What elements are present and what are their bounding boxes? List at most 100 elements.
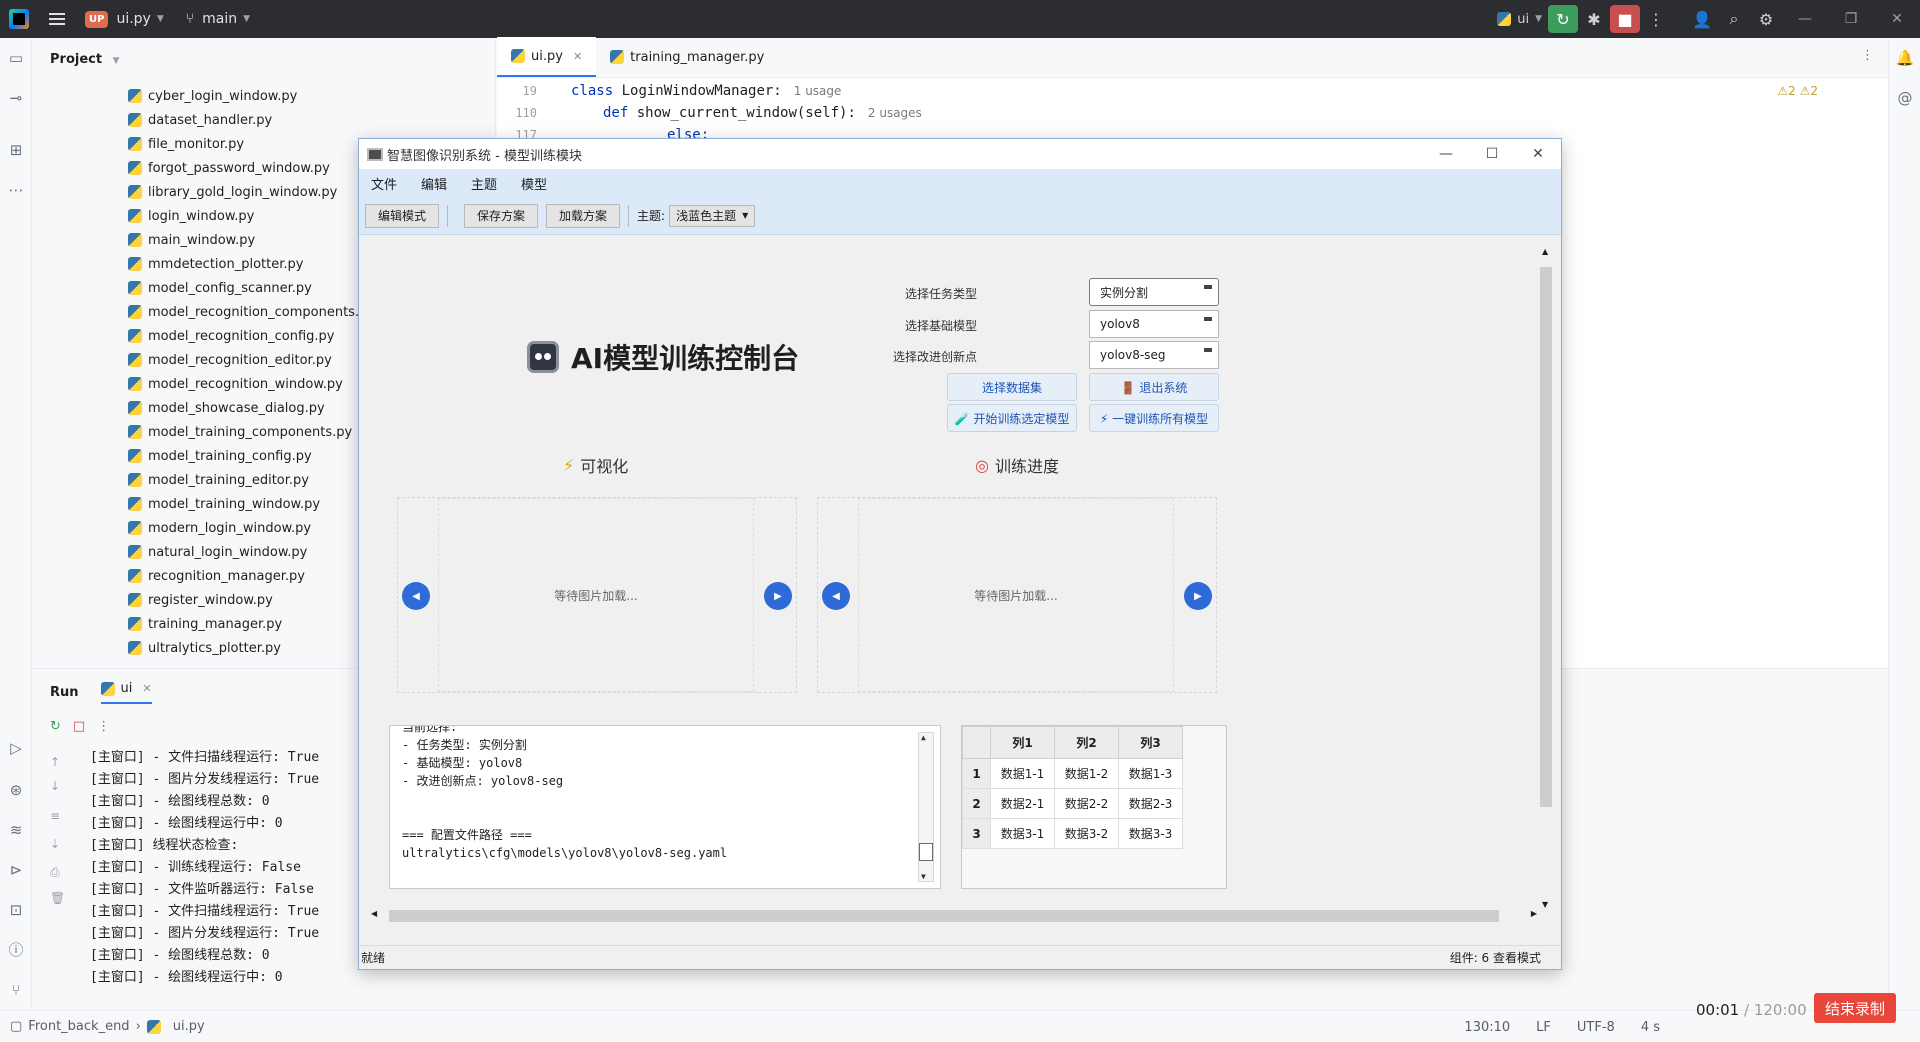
file-tree-item[interactable]: recognition_manager.py (128, 564, 375, 588)
terminal-icon[interactable]: ⊡ (6, 900, 26, 920)
file-tree-item[interactable]: login_window.py (128, 204, 375, 228)
python-console-icon[interactable]: ⊛ (6, 780, 26, 800)
start-training-button[interactable]: 🧪 开始训练选定模型 (947, 404, 1077, 432)
run-tool-icon[interactable]: ▷ (6, 738, 26, 758)
problems-icon[interactable]: ⓘ (6, 940, 26, 960)
select-dataset-button[interactable]: 选择数据集 (947, 373, 1077, 401)
line-separator[interactable]: LF (1536, 1020, 1551, 1035)
file-tree-item[interactable]: natural_login_window.py (128, 540, 375, 564)
table-row[interactable]: 1 数据1-1 数据1-2 数据1-3 (962, 758, 1183, 789)
file-tree-item[interactable]: mmdetection_plotter.py (128, 252, 375, 276)
log-scrollbar[interactable]: ▲ ▼ (918, 732, 934, 882)
menu-file[interactable]: 文件 (359, 174, 409, 193)
file-encoding[interactable]: UTF-8 (1577, 1020, 1615, 1035)
base-model-combo[interactable]: yolov8 (1089, 310, 1219, 338)
services-icon[interactable]: ⊳ (6, 860, 26, 880)
scroll-thumb[interactable] (389, 910, 1499, 922)
gear-icon[interactable]: ⚙ (1750, 5, 1782, 33)
commit-icon[interactable]: ⊸ (6, 88, 26, 108)
file-tree-item[interactable]: library_gold_login_window.py (128, 180, 375, 204)
file-tree-item[interactable]: cyber_login_window.py (128, 84, 375, 108)
scroll-left-icon[interactable]: ◀ (371, 909, 377, 918)
file-tree-item[interactable]: modern_login_window.py (128, 516, 375, 540)
next-image-button[interactable]: ▶ (1184, 582, 1212, 610)
add-user-icon[interactable]: 👤 (1686, 5, 1718, 33)
next-image-button[interactable]: ▶ (764, 582, 792, 610)
run-tab-ui[interactable]: ui ✕ (100, 681, 152, 704)
file-tree-item[interactable]: model_config_scanner.py (128, 276, 375, 300)
scroll-down-icon[interactable]: ↓ (50, 779, 60, 793)
breadcrumb-file[interactable]: ui.py (173, 1019, 205, 1034)
file-tree-item[interactable]: main_window.py (128, 228, 375, 252)
branch-switcher[interactable]: ⑂ main ▼ (164, 11, 250, 27)
load-plan-button[interactable]: 加载方案 (546, 203, 621, 228)
file-tree-item[interactable]: model_training_editor.py (128, 468, 375, 492)
app-title-bar[interactable]: 智慧图像识别系统 - 模型训练模块 — ☐ ✕ (359, 139, 1561, 169)
file-tree-item[interactable]: model_recognition_editor.py (128, 348, 375, 372)
run-console[interactable]: [主窗口] - 文件扫描线程运行: True [主窗口] - 图片分发线程运行: … (90, 747, 319, 989)
project-panel-header[interactable]: Project ▼ (50, 52, 120, 67)
stop-icon[interactable]: □ (73, 719, 85, 734)
ai-assistant-icon[interactable]: @ (1895, 88, 1915, 108)
cursor-position[interactable]: 130:10 (1464, 1020, 1510, 1035)
file-tree-item[interactable]: model_training_window.py (128, 492, 375, 516)
warnings-indicator[interactable]: ⚠2 ⚠2 (1777, 84, 1818, 98)
file-tree-item[interactable]: register_window.py (128, 588, 375, 612)
table-row[interactable]: 3 数据3-1 数据3-2 数据3-3 (962, 818, 1183, 849)
table-cell[interactable]: 数据2-3 (1118, 788, 1183, 819)
file-tree-item[interactable]: forgot_password_window.py (128, 156, 375, 180)
innovation-combo[interactable]: yolov8-seg (1089, 341, 1219, 369)
table-cell[interactable]: 数据1-1 (990, 758, 1055, 789)
table-cell[interactable]: 数据2-1 (990, 788, 1055, 819)
content-vertical-scrollbar[interactable]: ▲ ▼ (1539, 247, 1553, 909)
search-icon[interactable]: ⌕ (1718, 5, 1750, 33)
train-all-button[interactable]: ⚡ 一键训练所有模型 (1089, 404, 1219, 432)
folder-icon[interactable]: ▭ (6, 48, 26, 68)
minimize-icon[interactable]: — (1423, 146, 1469, 162)
row-header[interactable]: 2 (962, 788, 991, 819)
main-menu-icon[interactable] (49, 13, 65, 25)
structure-icon[interactable]: ⊞ (6, 140, 26, 160)
usage-hint[interactable]: 1 usage (794, 84, 842, 98)
row-header[interactable]: 1 (962, 758, 991, 789)
prev-image-button[interactable]: ◀ (402, 582, 430, 610)
close-tab-icon[interactable]: ✕ (573, 50, 582, 63)
more-icon[interactable]: ⋮ (1640, 5, 1672, 33)
scroll-end-icon[interactable]: ⇣ (50, 837, 60, 851)
file-tree-item[interactable]: training_manager.py (128, 612, 375, 636)
menu-model[interactable]: 模型 (509, 174, 559, 193)
file-tree-item[interactable]: ultralytics_plotter.py (128, 636, 375, 660)
scroll-down-icon[interactable]: ▼ (1542, 900, 1548, 909)
file-tree-item[interactable]: model_training_config.py (128, 444, 375, 468)
scroll-down-icon[interactable]: ▼ (921, 872, 926, 881)
table-cell[interactable]: 数据2-2 (1054, 788, 1119, 819)
scroll-thumb[interactable] (1540, 267, 1552, 807)
column-header[interactable]: 列3 (1118, 726, 1183, 759)
prev-image-button[interactable]: ◀ (822, 582, 850, 610)
close-icon[interactable]: ✕ (1515, 146, 1561, 162)
editor-tab-ui[interactable]: ui.py ✕ (497, 37, 597, 77)
content-horizontal-scrollbar[interactable]: ◀ ▶ (369, 909, 1539, 923)
rerun-icon[interactable]: ↻ (50, 719, 61, 734)
file-tree-item[interactable]: model_training_components.py (128, 420, 375, 444)
run-config-selector[interactable]: ui ▼ (1491, 5, 1548, 33)
theme-select[interactable]: 浅蓝色主题 ▼ (669, 204, 756, 227)
minimize-icon[interactable]: — (1782, 11, 1828, 27)
file-tree-item[interactable]: dataset_handler.py (128, 108, 375, 132)
menu-theme[interactable]: 主题 (459, 174, 509, 193)
table-cell[interactable]: 数据1-3 (1118, 758, 1183, 789)
edit-mode-button[interactable]: 编辑模式 (365, 203, 440, 228)
menu-edit[interactable]: 编辑 (409, 174, 459, 193)
trash-icon[interactable]: 🗑 (50, 891, 65, 905)
layers-icon[interactable]: ≋ (6, 820, 26, 840)
usage-hint[interactable]: 2 usages (868, 106, 922, 120)
file-tree-item[interactable]: model_showcase_dialog.py (128, 396, 375, 420)
close-icon[interactable]: ✕ (1874, 11, 1920, 27)
file-tree-item[interactable]: model_recognition_window.py (128, 372, 375, 396)
table-cell[interactable]: 数据3-3 (1118, 818, 1183, 849)
git-icon[interactable]: ⑂ (6, 980, 26, 1000)
table-cell[interactable]: 数据1-2 (1054, 758, 1119, 789)
scroll-up-icon[interactable]: ▲ (1542, 247, 1548, 256)
restore-icon[interactable]: ❐ (1828, 11, 1874, 27)
stop-icon[interactable]: ■ (1610, 5, 1640, 33)
